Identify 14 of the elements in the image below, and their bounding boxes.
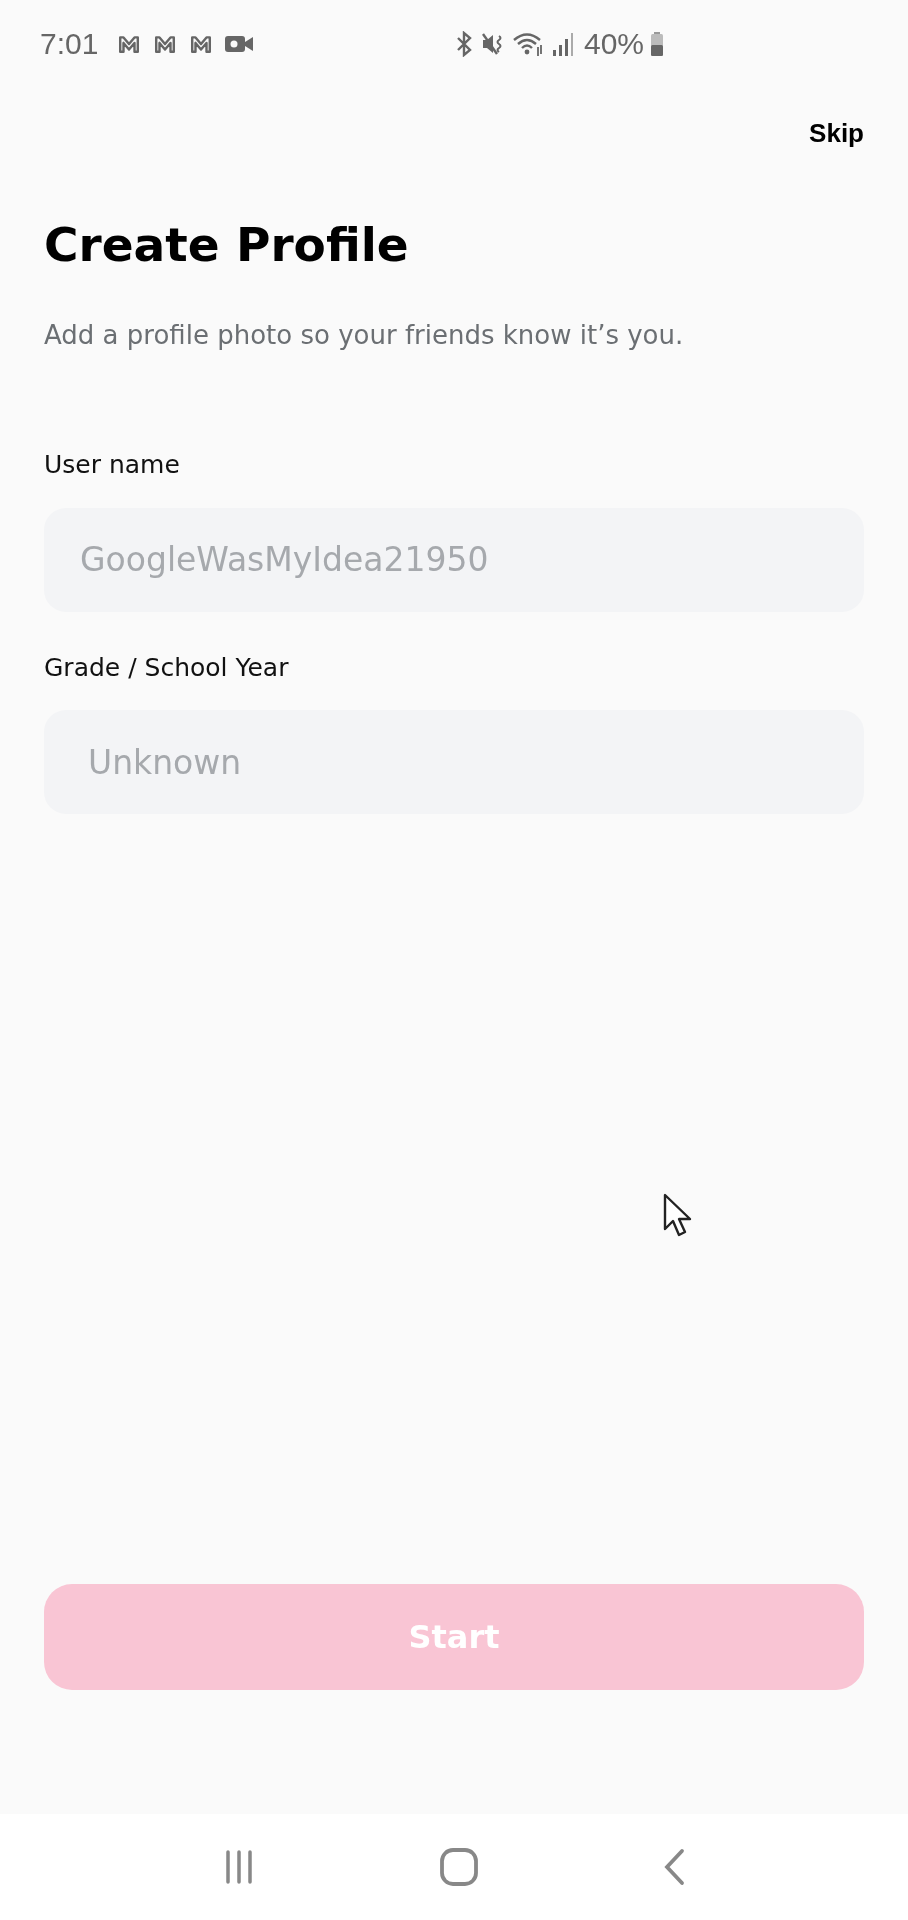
- status-time: 7:01: [40, 27, 99, 61]
- select-field[interactable]: Unknown: [44, 710, 864, 815]
- skip-link[interactable]: Skip: [809, 118, 864, 149]
- battery-percent: 40%: [583, 27, 644, 61]
- home-icon: [439, 1847, 479, 1887]
- video-camera-icon: [224, 33, 255, 55]
- page-subtitle: Add a profile photo so your friends know it’s you.: [44, 319, 685, 353]
- page-title: Create Profile: [44, 217, 410, 274]
- field-label: Grade / School Year: [44, 651, 290, 684]
- signal-icon: [551, 31, 574, 57]
- field-label: User name: [44, 449, 181, 482]
- back-icon: [662, 1847, 687, 1887]
- battery-icon: [650, 31, 664, 57]
- input-field[interactable]: GoogleWasMyIdea21950: [44, 507, 864, 612]
